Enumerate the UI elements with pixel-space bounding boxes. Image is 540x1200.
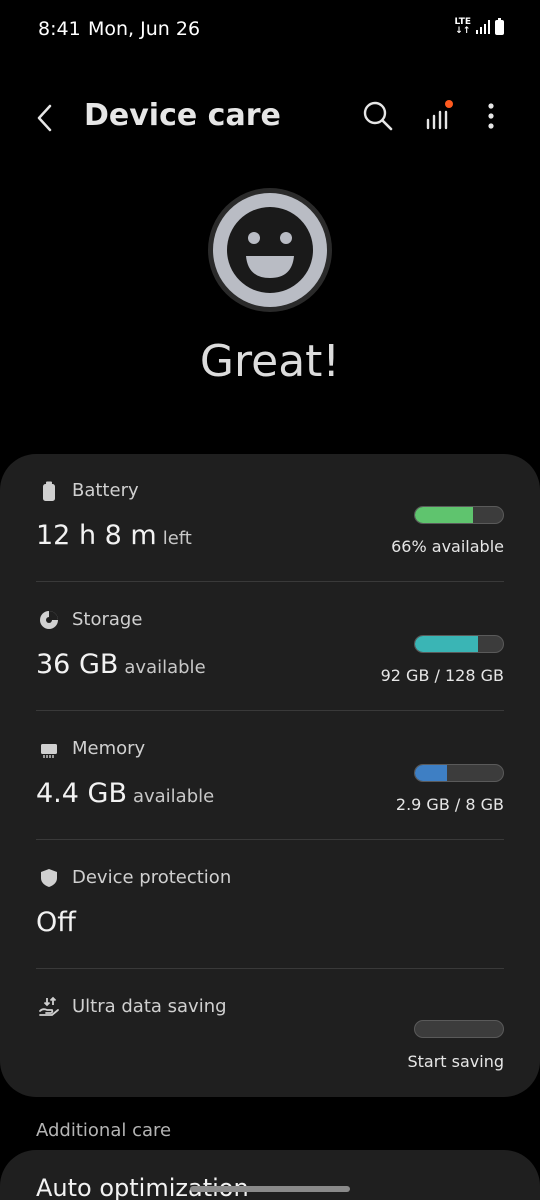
divider <box>36 581 504 582</box>
memory-chip-icon <box>41 744 57 758</box>
memory-bar <box>414 764 504 782</box>
device-care-card: Battery 12 h 8 m left 66% available Stor… <box>0 454 540 1097</box>
search-icon <box>363 101 393 131</box>
navigation-handle[interactable] <box>190 1186 350 1192</box>
status-date: Mon, Jun 26 <box>88 18 201 40</box>
back-button[interactable] <box>30 98 64 138</box>
memory-section[interactable]: Memory 4.4 GB available 2.9 GB / 8 GB <box>0 712 540 841</box>
status-bar: 8:41 Mon, Jun 26 LTE ↓↑ <box>0 0 540 60</box>
divider <box>36 968 504 969</box>
storage-unit: available <box>124 657 206 678</box>
memory-unit: available <box>132 786 215 807</box>
battery-status-icon <box>495 17 504 35</box>
shield-icon <box>41 869 57 887</box>
page-title: Device care <box>84 98 281 133</box>
status-time: 8:41 <box>38 18 81 40</box>
protection-title: Device protection <box>72 867 232 888</box>
device-protection-section[interactable]: Device protection Off <box>0 841 540 970</box>
storage-detail: 92 GB / 128 GB <box>380 666 504 685</box>
storage-value: 36 GB <box>36 649 119 680</box>
battery-bar-fill <box>415 507 474 523</box>
bar-chart-icon <box>426 100 453 130</box>
protection-value-row: Off <box>36 907 76 938</box>
divider <box>36 839 504 840</box>
data-saving-title: Ultra data saving <box>72 996 227 1017</box>
search-button[interactable] <box>360 98 396 134</box>
memory-value-row: 4.4 GB available <box>36 778 214 809</box>
memory-detail: 2.9 GB / 8 GB <box>395 795 504 814</box>
memory-bar-fill <box>415 765 447 781</box>
battery-unit: left <box>162 528 192 549</box>
ultra-data-saving-section[interactable]: Ultra data saving Start saving <box>0 970 540 1099</box>
data-saving-icon <box>39 996 59 1016</box>
additional-care-label: Additional care <box>36 1120 172 1141</box>
storage-bar-fill <box>415 636 479 652</box>
memory-title: Memory <box>72 738 146 759</box>
lte-icon: LTE ↓↑ <box>454 17 471 36</box>
app-bar: Device care <box>0 80 540 156</box>
battery-icon <box>43 481 55 501</box>
battery-bar <box>414 506 504 524</box>
pie-chart-icon <box>40 611 58 629</box>
storage-value-row: 36 GB available <box>36 649 206 680</box>
more-vert-icon <box>488 103 494 129</box>
storage-title: Storage <box>72 609 143 630</box>
back-arrow-icon <box>37 104 52 132</box>
storage-bar <box>414 635 504 653</box>
smile-face-icon <box>206 186 334 314</box>
protection-value: Off <box>36 907 76 938</box>
battery-value: 12 h 8 m <box>36 520 157 551</box>
signal-icon <box>476 20 490 34</box>
battery-section[interactable]: Battery 12 h 8 m left 66% available <box>0 454 540 583</box>
storage-section[interactable]: Storage 36 GB available 92 GB / 128 GB <box>0 583 540 712</box>
divider <box>36 710 504 711</box>
more-options-button[interactable] <box>478 98 504 134</box>
battery-title: Battery <box>72 480 139 501</box>
start-saving-button[interactable]: Start saving <box>407 1052 504 1071</box>
diagnostics-button[interactable] <box>420 98 456 134</box>
memory-value: 4.4 GB <box>36 778 127 809</box>
battery-detail: 66% available <box>391 537 504 556</box>
battery-value-row: 12 h 8 m left <box>36 520 192 551</box>
status-label: Great! <box>199 336 341 387</box>
data-saving-bar <box>414 1020 504 1038</box>
status-icons: LTE ↓↑ <box>454 17 504 36</box>
